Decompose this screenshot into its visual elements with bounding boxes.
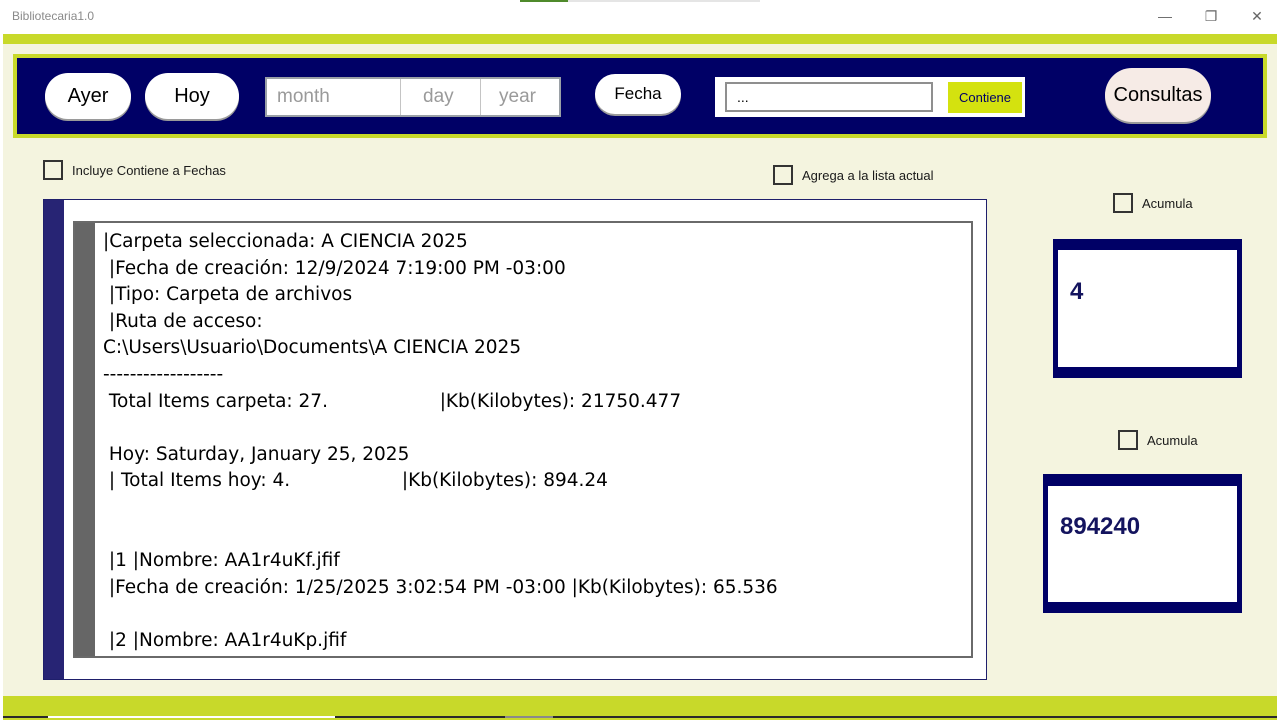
kb-counter-display: 894240 — [1048, 486, 1237, 602]
kb-total-value: 894240 — [1060, 513, 1141, 540]
results-line: |2 |Nombre: AA1r4uKp.jfif — [103, 629, 347, 651]
hoy-button[interactable]: Hoy — [145, 73, 239, 119]
incluye-label: Incluye Contiene a Fechas — [72, 162, 226, 178]
checkbox-box[interactable] — [1113, 193, 1133, 213]
minimize-button[interactable]: — — [1142, 0, 1188, 32]
bottom-status-segment — [505, 716, 553, 718]
results-line: Hoy: Saturday, January 25, 2025 — [103, 443, 410, 465]
agrega-checkbox[interactable]: Agrega a la lista actual — [773, 165, 934, 185]
results-line — [103, 415, 778, 442]
consultas-button[interactable]: Consultas — [1105, 68, 1211, 122]
results-line: | Total Items hoy: 4. |Kb(Kilobytes): 89… — [103, 470, 608, 492]
bottom-status-segment — [48, 716, 335, 718]
restore-icon: ❐ — [1204, 7, 1218, 24]
results-line — [103, 495, 778, 522]
maximize-button[interactable]: ❐ — [1188, 0, 1234, 32]
results-side-bar — [44, 200, 64, 679]
date-year-field[interactable]: year — [481, 79, 559, 115]
results-line: |Ruta de acceso: — [103, 310, 263, 332]
agrega-label: Agrega a la lista actual — [802, 167, 934, 183]
window-title: Bibliotecaria1.0 — [12, 9, 95, 23]
top-accent-stripe — [3, 34, 1277, 44]
acumula-items-label: Acumula — [1142, 195, 1193, 211]
checkbox-box[interactable] — [1118, 430, 1138, 450]
results-line — [103, 601, 778, 628]
incluye-checkbox[interactable]: Incluye Contiene a Fechas — [43, 160, 226, 180]
results-textbox[interactable]: |Carpeta seleccionada: A CIENCIA 2025 |F… — [73, 221, 973, 658]
acumula-kb-label: Acumula — [1147, 432, 1198, 448]
acumula-items-checkbox[interactable]: Acumula — [1113, 193, 1193, 213]
close-button[interactable]: ✕ — [1234, 0, 1280, 32]
search-panel: ... Contiene — [715, 77, 1025, 117]
app-window: Ayer Hoy month day year Fecha ... Contie… — [3, 34, 1277, 720]
results-line: ------------------ — [103, 363, 224, 385]
title-progress-bar — [520, 0, 760, 2]
results-line: |1 |Nombre: AA1r4uKf.jfif — [103, 550, 340, 572]
kb-counter: 894240 — [1043, 474, 1242, 613]
results-line: |Carpeta seleccionada: A CIENCIA 2025 — [103, 231, 468, 252]
title-progress-fill — [520, 0, 568, 2]
results-line: Total Items carpeta: 27. |Kb(Kilobytes):… — [103, 390, 682, 412]
contiene-button[interactable]: Contiene — [948, 82, 1022, 113]
acumula-kb-checkbox[interactable]: Acumula — [1118, 430, 1198, 450]
close-icon: ✕ — [1251, 7, 1263, 24]
results-line: |Fecha de creación: 1/25/2025 3:02:54 PM… — [103, 576, 778, 598]
title-bar: Bibliotecaria1.0 — ❐ ✕ — [0, 0, 1280, 34]
date-month-field[interactable]: month — [267, 79, 401, 115]
results-panel: |Carpeta seleccionada: A CIENCIA 2025 |F… — [43, 199, 987, 680]
fecha-button[interactable]: Fecha — [595, 74, 681, 114]
items-counter-display: 4 — [1058, 250, 1237, 367]
search-input[interactable]: ... — [725, 82, 933, 112]
results-line: |Fecha de creación: 12/9/2024 7:19:00 PM… — [103, 257, 566, 279]
minimize-icon: — — [1158, 8, 1172, 24]
bottom-status-line — [3, 716, 1277, 718]
results-line — [103, 522, 778, 549]
items-counter: 4 — [1053, 239, 1242, 378]
ayer-button[interactable]: Ayer — [45, 73, 131, 119]
items-count-value: 4 — [1070, 278, 1084, 305]
toolbar: Ayer Hoy month day year Fecha ... Contie… — [13, 54, 1267, 138]
toolbar-panel: Ayer Hoy month day year Fecha ... Contie… — [17, 58, 1263, 134]
results-line: C:\Users\Usuario\Documents\A CIENCIA 202… — [103, 337, 522, 359]
date-day-field[interactable]: day — [401, 79, 481, 115]
results-gutter — [75, 223, 95, 656]
date-picker[interactable]: month day year — [265, 77, 561, 117]
checkbox-box[interactable] — [43, 160, 63, 180]
checkbox-box[interactable] — [773, 165, 793, 185]
results-text: |Carpeta seleccionada: A CIENCIA 2025 |F… — [103, 229, 778, 655]
results-line: |Tipo: Carpeta de archivos — [103, 284, 353, 306]
